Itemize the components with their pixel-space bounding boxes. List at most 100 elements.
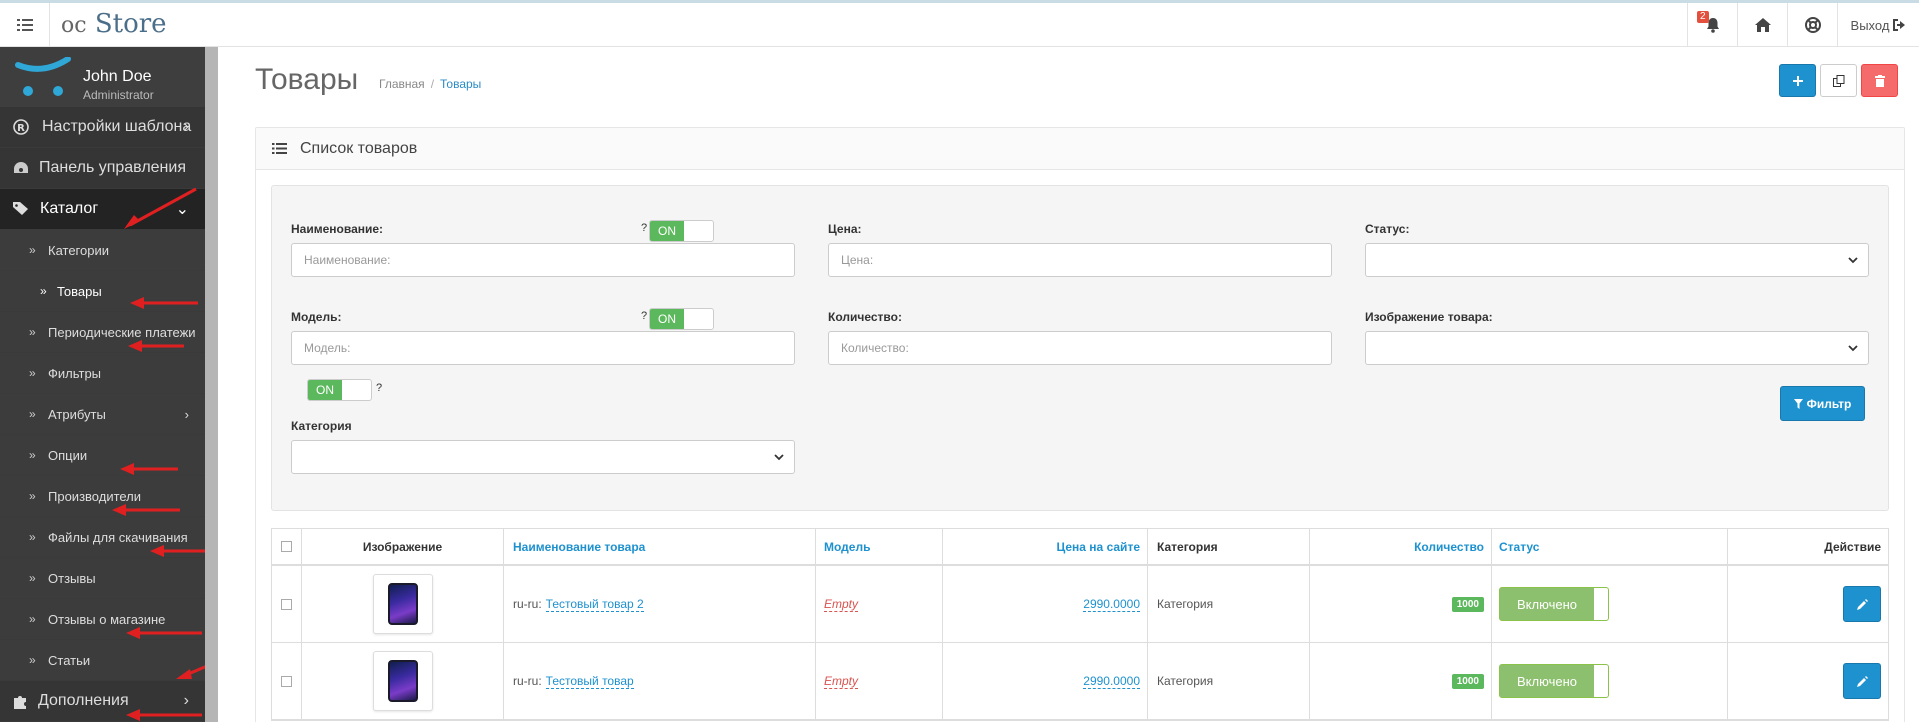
user-profile[interactable]: John Doe Administrator <box>0 47 205 107</box>
copy-product-button[interactable] <box>1820 64 1857 97</box>
logout-button[interactable]: Выход <box>1837 3 1919 47</box>
support-button[interactable] <box>1787 3 1837 47</box>
chevron-down-icon: ⌄ <box>175 201 189 218</box>
status-filter-select[interactable] <box>1365 243 1869 277</box>
chevron-down-icon <box>1848 345 1858 352</box>
chevron-right-icon: › <box>184 406 189 422</box>
edit-button[interactable] <box>1843 663 1881 699</box>
table-row: ru-ru: Тестовый товар 2 Empty 2990.0000 … <box>272 566 1888 643</box>
extra-filter-toggle[interactable]: ON <box>307 379 372 401</box>
category-filter-select[interactable] <box>291 440 795 474</box>
top-header: oc Store 2 Выход <box>0 0 1919 47</box>
table-row: ru-ru: Тестовый товар Empty 2990.0000 Ка… <box>272 643 1888 720</box>
extra-help-mark: ? <box>376 382 383 394</box>
product-thumbnail <box>372 574 433 634</box>
status-toggle[interactable]: Включено <box>1499 587 1609 621</box>
image-filter-select[interactable] <box>1365 331 1869 365</box>
column-header-category: Категория <box>1148 529 1310 564</box>
breadcrumb-home-link[interactable]: Главная <box>379 77 425 91</box>
product-name-link[interactable]: Тестовый товар <box>545 674 634 689</box>
column-header-price[interactable]: Цена на сайте <box>943 529 1148 564</box>
tablet-image <box>387 660 418 702</box>
product-language: ru-ru: <box>513 597 542 611</box>
product-name-link[interactable]: Тестовый товар 2 <box>545 597 644 612</box>
nav-catalog[interactable]: Каталог ⌄ <box>0 189 205 230</box>
filter-button[interactable]: Фильтр <box>1780 386 1865 421</box>
breadcrumb-current-link[interactable]: Товары <box>440 77 481 91</box>
registered-icon: R <box>13 119 29 135</box>
quantity-badge: 1000 <box>1451 596 1484 612</box>
chevron-right-icon: › <box>183 692 189 709</box>
price-filter-input[interactable]: Цена: <box>828 243 1332 277</box>
product-model-value[interactable]: Empty <box>824 674 859 689</box>
notifications-button[interactable]: 2 <box>1687 3 1737 47</box>
nav-articles[interactable]: » Статьи <box>0 640 205 681</box>
double-chevron-icon: » <box>40 284 47 298</box>
notification-count-badge: 2 <box>1697 11 1709 23</box>
add-product-button[interactable] <box>1779 64 1816 97</box>
nav-store-reviews[interactable]: » Отзывы о магазине <box>0 599 205 640</box>
select-all-checkbox[interactable] <box>281 541 292 552</box>
nav-attributes[interactable]: » Атрибуты › <box>0 394 205 435</box>
column-header-quantity[interactable]: Количество <box>1310 529 1492 564</box>
home-button[interactable] <box>1737 3 1787 47</box>
double-chevron-icon: » <box>29 366 36 380</box>
product-language: ru-ru: <box>513 674 542 688</box>
product-list-panel: Список товаров Наименование: ? ON Наимен… <box>255 127 1905 722</box>
pencil-icon <box>1856 598 1868 610</box>
pencil-icon <box>1856 675 1868 687</box>
trash-icon <box>1874 74 1885 87</box>
image-filter-label: Изображение товара: <box>1365 310 1493 324</box>
double-chevron-icon: » <box>29 612 36 626</box>
model-filter-input[interactable]: Модель: <box>291 331 795 365</box>
hamburger-list-icon <box>16 19 33 31</box>
product-category: Категория <box>1148 566 1310 642</box>
store-logo[interactable]: oc Store <box>61 9 167 39</box>
product-model-value[interactable]: Empty <box>824 597 859 612</box>
nav-dashboard[interactable]: Панель управления <box>0 148 205 189</box>
delete-product-button[interactable] <box>1861 64 1898 97</box>
column-header-name[interactable]: Наименование товара <box>504 529 816 564</box>
column-header-status[interactable]: Статус <box>1492 529 1728 564</box>
nav-categories[interactable]: » Категории <box>0 230 205 271</box>
model-filter-toggle[interactable]: ON <box>649 308 714 330</box>
nav-filters[interactable]: » Фильтры <box>0 353 205 394</box>
column-header-model[interactable]: Модель <box>816 529 943 564</box>
nav-options[interactable]: » Опции <box>0 435 205 476</box>
puzzle-icon <box>14 696 26 709</box>
nav-products[interactable]: » Товары <box>0 271 205 312</box>
status-toggle[interactable]: Включено <box>1499 664 1609 698</box>
product-thumbnail <box>372 651 433 711</box>
edit-button[interactable] <box>1843 586 1881 622</box>
breadcrumb: Главная / Товары <box>379 77 482 91</box>
quantity-filter-label: Количество: <box>828 310 902 324</box>
name-filter-input[interactable]: Наименование: <box>291 243 795 277</box>
name-help-mark: ? <box>641 222 648 234</box>
row-checkbox[interactable] <box>281 598 292 610</box>
menu-toggle-button[interactable] <box>0 3 50 47</box>
life-ring-icon <box>1804 17 1821 33</box>
nav-template-settings[interactable]: R Настройки шаблона › <box>0 107 205 148</box>
filter-icon <box>1793 398 1803 409</box>
sidebar: John Doe Administrator R Настройки шабло… <box>0 47 218 722</box>
product-price-value[interactable]: 2990.0000 <box>1083 597 1140 612</box>
nav-recurring-payments[interactable]: » Периодические платежи <box>0 312 205 353</box>
double-chevron-icon: » <box>29 530 36 544</box>
plus-icon <box>1792 75 1803 86</box>
double-chevron-icon: » <box>29 653 36 667</box>
chevron-down-icon <box>1848 257 1858 264</box>
name-filter-toggle[interactable]: ON <box>649 220 714 242</box>
quantity-filter-input[interactable]: Количество: <box>828 331 1332 365</box>
user-name: John Doe <box>83 68 152 85</box>
nav-manufacturers[interactable]: » Производители <box>0 476 205 517</box>
nav-extensions[interactable]: Дополнения › <box>0 681 205 722</box>
home-icon <box>1754 18 1771 32</box>
chevron-right-icon: › <box>183 118 189 135</box>
row-checkbox[interactable] <box>281 675 292 687</box>
nav-reviews[interactable]: » Отзывы <box>0 558 205 599</box>
nav-downloads[interactable]: » Файлы для скачивания <box>0 517 205 558</box>
page-title: Товары <box>255 63 359 96</box>
double-chevron-icon: » <box>29 448 36 462</box>
product-price-value[interactable]: 2990.0000 <box>1083 674 1140 689</box>
panel-heading: Список товаров <box>256 128 1904 170</box>
